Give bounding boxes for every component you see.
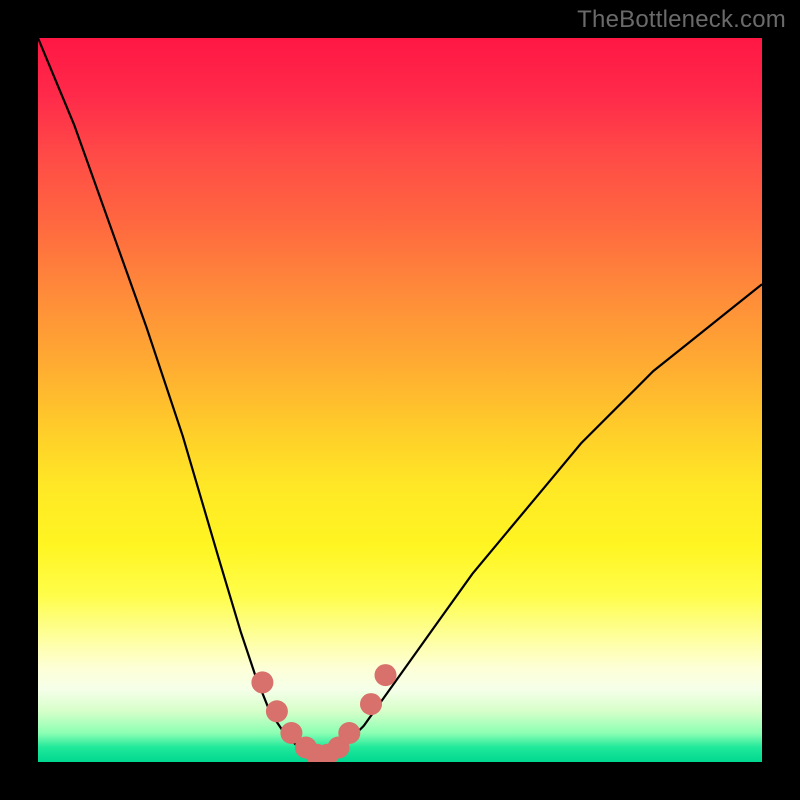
trough-highlight <box>251 664 396 762</box>
chart-frame <box>38 38 762 762</box>
watermark-text: TheBottleneck.com <box>577 6 786 34</box>
trough-marker <box>266 700 288 722</box>
chart-svg <box>38 38 762 762</box>
trough-marker <box>338 722 360 744</box>
bottleneck-curve <box>38 38 762 755</box>
trough-marker <box>375 664 397 686</box>
trough-marker <box>360 693 382 715</box>
trough-marker <box>251 671 273 693</box>
